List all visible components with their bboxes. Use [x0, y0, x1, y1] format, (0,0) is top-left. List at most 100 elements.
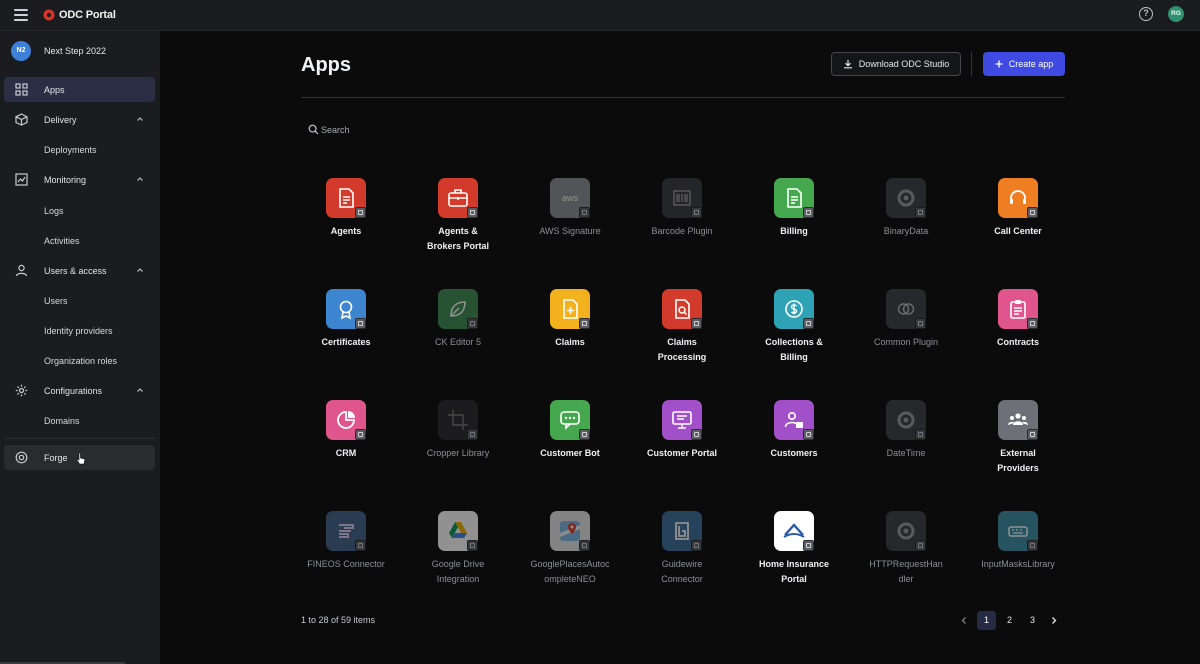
sidebar-item-identity-providers[interactable]: Identity providers [44, 326, 113, 336]
app-tile[interactable]: BinaryData [850, 178, 962, 268]
sidebar-item-configurations[interactable]: Configurations [4, 378, 155, 403]
app-tile[interactable]: Common Plugin [850, 289, 962, 379]
app-tile[interactable]: Agents [290, 178, 402, 268]
chevron-up-icon[interactable] [136, 175, 144, 183]
app-name: AWS Signature [539, 226, 601, 236]
app-type-badge-icon [803, 318, 814, 329]
chart-icon [15, 173, 28, 186]
app-tile[interactable]: Barcode Plugin [626, 178, 738, 268]
app-icon [998, 289, 1038, 329]
app-tile[interactable]: aws AWS Signature [514, 178, 626, 268]
app-type-badge-icon [467, 540, 478, 551]
sidebar-item-monitoring[interactable]: Monitoring [4, 167, 155, 192]
brand-name[interactable]: ODC Portal [59, 9, 116, 21]
app-tile[interactable]: Certificates [290, 289, 402, 379]
plus-icon [995, 60, 1003, 68]
app-name: External Providers [997, 448, 1039, 473]
app-type-badge-icon [355, 318, 366, 329]
app-tile[interactable]: GooglePlacesAutocompleteNEO [514, 511, 626, 601]
app-tile[interactable]: DateTime [850, 400, 962, 490]
prev-page-icon[interactable] [960, 616, 968, 625]
app-tile[interactable]: InputMasksLibrary [962, 511, 1074, 601]
app-tile[interactable]: Collections & Billing [738, 289, 850, 379]
app-tile[interactable]: Customers [738, 400, 850, 490]
sidebar-item-deployments[interactable]: Deployments [44, 145, 97, 155]
sidebar: N2 Next Step 2022 Apps Delivery Deployme… [0, 31, 160, 664]
search-icon [308, 124, 319, 135]
app-tile[interactable]: Contracts [962, 289, 1074, 379]
app-tile[interactable]: External Providers [962, 400, 1074, 490]
grid-icon [15, 83, 28, 96]
app-tile[interactable]: Agents & Brokers Portal [402, 178, 514, 268]
app-name: FINEOS Connector [307, 559, 385, 569]
app-tile[interactable]: HTTPRequestHandler [850, 511, 962, 601]
help-icon[interactable]: ? [1139, 7, 1153, 21]
app-type-badge-icon [579, 540, 590, 551]
app-tile[interactable]: Customer Bot [514, 400, 626, 490]
app-type-badge-icon [579, 207, 590, 218]
app-type-badge-icon [691, 318, 702, 329]
sidebar-item-apps[interactable]: Apps [4, 77, 155, 102]
sidebar-item-organization-roles[interactable]: Organization roles [44, 356, 117, 366]
app-type-badge-icon [803, 540, 814, 551]
download-label: Download ODC Studio [858, 59, 950, 69]
app-tile[interactable]: Claims [514, 289, 626, 379]
app-name: Contracts [996, 337, 1039, 347]
app-type-badge-icon [691, 540, 702, 551]
app-icon [886, 289, 926, 329]
gear-icon [15, 384, 28, 397]
download-odc-studio-button[interactable]: Download ODC Studio [831, 52, 961, 76]
app-tile[interactable]: Home Insurance Portal [738, 511, 850, 601]
menu-icon[interactable] [14, 9, 28, 21]
sidebar-item-label: Configurations [44, 386, 103, 396]
page-2-button[interactable]: 2 [1000, 611, 1019, 630]
sidebar-item-delivery[interactable]: Delivery [4, 107, 155, 132]
sidebar-item-domains[interactable]: Domains [44, 416, 80, 426]
user-avatar[interactable]: RG [1168, 6, 1184, 22]
app-type-badge-icon [1027, 318, 1038, 329]
app-tile[interactable]: Claims Processing [626, 289, 738, 379]
app-icon [326, 289, 366, 329]
app-tile[interactable]: CK Editor 5 [402, 289, 514, 379]
app-icon [550, 289, 590, 329]
chevron-up-icon[interactable] [136, 386, 144, 394]
chevron-up-icon[interactable] [136, 266, 144, 274]
sidebar-item-users-access[interactable]: Users & access [4, 258, 155, 283]
org-switcher[interactable]: N2 Next Step 2022 [0, 41, 160, 63]
app-icon [438, 289, 478, 329]
user-icon [15, 264, 28, 277]
app-tile[interactable]: CRM [290, 400, 402, 490]
app-name: Certificates [321, 337, 371, 347]
sidebar-item-users[interactable]: Users [44, 296, 68, 306]
page-1-button[interactable]: 1 [977, 611, 996, 630]
search-input[interactable] [321, 123, 501, 137]
app-icon [998, 178, 1038, 218]
app-name: Claims [555, 337, 585, 347]
create-app-label: Create app [1008, 59, 1054, 69]
app-type-badge-icon [691, 207, 702, 218]
app-tile[interactable]: Guidewire Connector [626, 511, 738, 601]
next-page-icon[interactable] [1050, 616, 1058, 625]
app-type-badge-icon [915, 318, 926, 329]
sidebar-item-logs[interactable]: Logs [44, 206, 64, 216]
app-tile[interactable]: FINEOS Connector [290, 511, 402, 601]
chevron-up-icon[interactable] [136, 115, 144, 123]
app-name: BinaryData [883, 226, 929, 236]
app-tile[interactable]: Call Center [962, 178, 1074, 268]
app-icon [438, 511, 478, 551]
app-tile[interactable]: Cropper Library [402, 400, 514, 490]
app-icon [774, 511, 814, 551]
header-divider [301, 97, 1065, 98]
page-3-button[interactable]: 3 [1023, 611, 1042, 630]
app-name: Home Insurance Portal [758, 559, 830, 584]
sidebar-item-label: Apps [44, 85, 65, 95]
create-app-button[interactable]: Create app [983, 52, 1065, 76]
app-tile[interactable]: Customer Portal [626, 400, 738, 490]
app-tile[interactable]: Google Drive Integration [402, 511, 514, 601]
app-type-badge-icon [355, 429, 366, 440]
toolbar-separator [971, 52, 972, 76]
app-tile[interactable]: Billing [738, 178, 850, 268]
search-bar[interactable] [305, 122, 505, 138]
app-type-badge-icon [579, 429, 590, 440]
sidebar-item-activities[interactable]: Activities [44, 236, 80, 246]
